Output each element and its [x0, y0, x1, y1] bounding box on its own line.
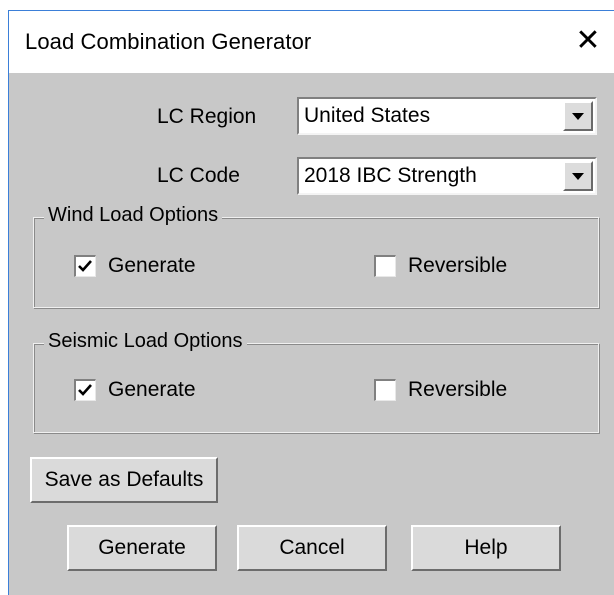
title-bar: Load Combination Generator ✕: [9, 11, 614, 73]
lc-region-dropdown-button[interactable]: [563, 101, 593, 131]
seismic-load-options-legend: Seismic Load Options: [44, 330, 247, 353]
seismic-generate-label: Generate: [108, 378, 196, 401]
chevron-down-icon: [572, 172, 584, 180]
close-icon: ✕: [575, 24, 601, 57]
lc-region-label: LC Region: [157, 105, 257, 128]
wind-load-options-legend: Wind Load Options: [44, 204, 223, 227]
seismic-load-options-group: Seismic Load Options Generate Reversible: [33, 330, 599, 433]
wind-generate-label: Generate: [108, 254, 196, 277]
checkmark-icon: [78, 384, 92, 396]
chevron-down-icon: [572, 112, 584, 120]
seismic-reversible-label: Reversible: [408, 378, 508, 401]
close-button[interactable]: ✕: [568, 21, 608, 61]
lc-region-value: United States: [304, 104, 431, 127]
lc-code-value: 2018 IBC Strength: [304, 164, 477, 187]
wind-reversible-label: Reversible: [408, 254, 508, 277]
seismic-reversible-checkbox[interactable]: Reversible: [374, 378, 507, 402]
wind-reversible-checkbox[interactable]: Reversible: [374, 254, 507, 278]
wind-load-options-group: Wind Load Options Generate Reversible: [33, 204, 599, 308]
save-as-defaults-button[interactable]: Save as Defaults: [30, 457, 218, 503]
generate-button[interactable]: Generate: [67, 525, 217, 571]
checkbox-box[interactable]: [74, 379, 96, 401]
checkmark-icon: [78, 260, 92, 272]
lc-code-select[interactable]: 2018 IBC Strength: [297, 157, 597, 195]
lc-region-select[interactable]: United States: [297, 97, 597, 135]
lc-code-dropdown-button[interactable]: [563, 161, 593, 191]
wind-generate-checkbox[interactable]: Generate: [74, 254, 196, 278]
window-title: Load Combination Generator: [25, 29, 312, 54]
seismic-generate-checkbox[interactable]: Generate: [74, 378, 196, 402]
dialog-window: Load Combination Generator ✕ LC Region U…: [8, 10, 614, 595]
checkbox-box[interactable]: [374, 379, 396, 401]
cancel-button[interactable]: Cancel: [237, 525, 387, 571]
lc-code-label: LC Code: [157, 164, 240, 187]
help-button[interactable]: Help: [411, 525, 561, 571]
checkbox-box[interactable]: [74, 255, 96, 277]
checkbox-box[interactable]: [374, 255, 396, 277]
